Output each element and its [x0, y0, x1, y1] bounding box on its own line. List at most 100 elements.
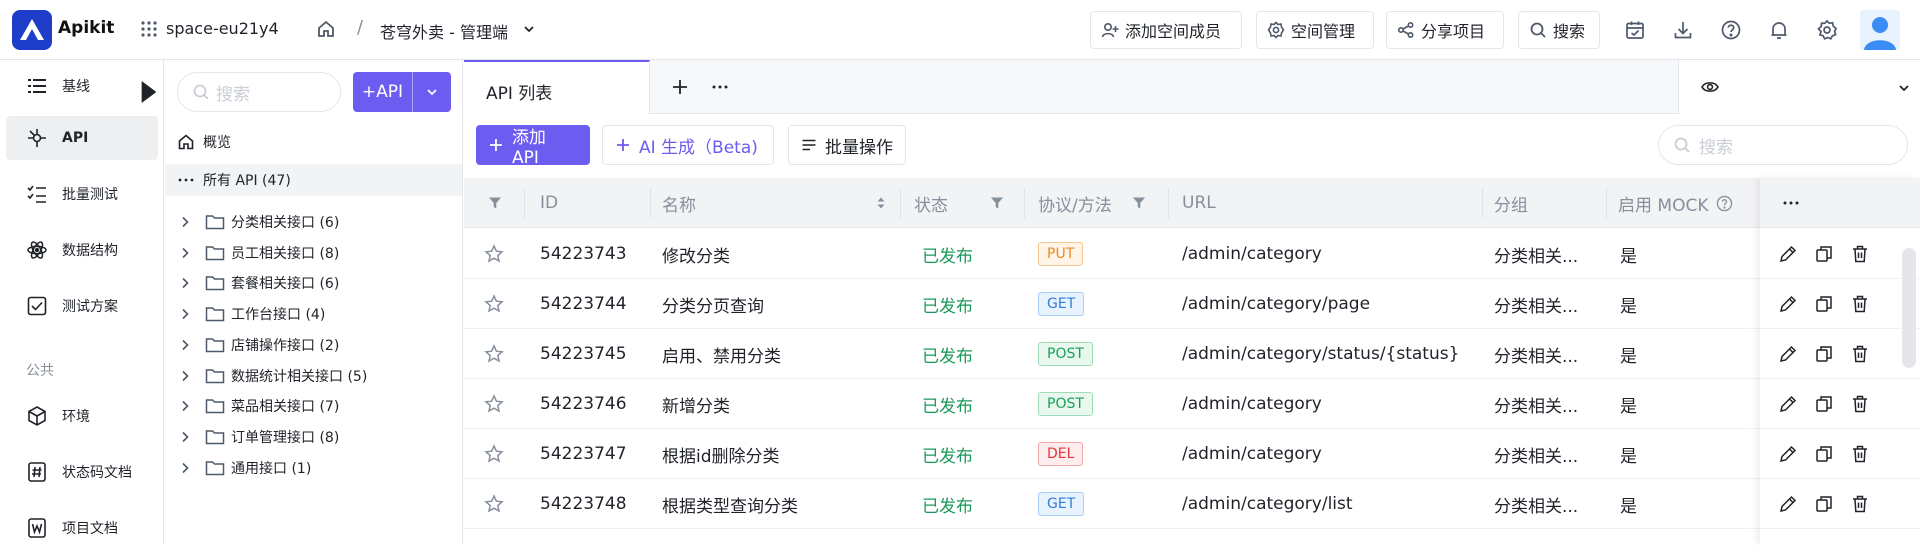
favorite-star-button[interactable] [484, 329, 504, 379]
nav-item-data-structure[interactable]: 数据结构 [6, 228, 158, 272]
chevron-right-icon[interactable] [179, 308, 191, 320]
tree-folder[interactable]: 员工相关接口 (8) [165, 237, 462, 269]
col-header-url[interactable]: URL [1182, 178, 1216, 228]
edit-pencil-icon[interactable] [1778, 344, 1798, 364]
edit-pencil-icon[interactable] [1778, 394, 1798, 414]
help-icon[interactable] [1720, 19, 1742, 41]
project-name[interactable]: 苍穹外卖 - 管理端 [380, 19, 508, 43]
bell-icon[interactable] [1768, 19, 1790, 41]
chevron-right-icon[interactable] [179, 400, 191, 412]
tree-folder[interactable]: 店铺操作接口 (2) [165, 329, 462, 361]
chevron-right-icon[interactable] [179, 216, 191, 228]
tree-folder[interactable]: 通用接口 (1) [165, 452, 462, 484]
table-row[interactable]: 54223743 修改分类 已发布 PUT/admin/category 分类相关...… [464, 229, 1920, 279]
plus-icon[interactable] [670, 77, 690, 97]
chevron-down-icon[interactable] [522, 22, 536, 36]
trash-icon[interactable] [1850, 494, 1870, 514]
nav-item-environment[interactable]: 环境 [6, 394, 158, 438]
tab-api-list[interactable]: API 列表 [464, 60, 650, 114]
add-api-dropdown[interactable] [413, 72, 451, 112]
apikit-logo[interactable] [12, 10, 52, 50]
share-project-button[interactable]: 分享项目 [1386, 11, 1504, 49]
table-row[interactable]: 54223746 新增分类 已发布 POST/admin/category 分类相关..… [464, 379, 1920, 429]
table-row[interactable]: 54223747 根据id删除分类 已发布 DEL/admin/category 分类相… [464, 429, 1920, 479]
col-header-mock[interactable]: 启用 MOCK [1618, 178, 1733, 228]
trash-icon[interactable] [1850, 244, 1870, 264]
api-list-search-input[interactable]: 搜索 [1658, 125, 1908, 165]
tree-folder[interactable]: 菜品相关接口 (7) [165, 390, 462, 422]
add-api-primary-button[interactable]: 添加 API [476, 125, 590, 168]
nav-item-baseline[interactable]: 基线 [6, 64, 158, 108]
chevron-right-icon[interactable] [179, 339, 191, 351]
download-icon[interactable] [1672, 19, 1694, 41]
chevron-right-icon[interactable] [179, 247, 191, 259]
tree-folder[interactable]: 订单管理接口 (8) [165, 421, 462, 453]
tree-all-apis[interactable]: 所有 API (47) [165, 164, 462, 196]
tree-overview[interactable]: 概览 [165, 126, 462, 158]
copy-icon[interactable] [1814, 394, 1834, 414]
trash-icon[interactable] [1850, 394, 1870, 414]
add-member-button[interactable]: 添加空间成员 [1090, 11, 1242, 49]
cell-name[interactable]: 根据id删除分类 [662, 429, 780, 479]
cell-name[interactable]: 分类分页查询 [662, 279, 764, 329]
tree-folder[interactable]: 分类相关接口 (6) [165, 206, 462, 238]
copy-icon[interactable] [1814, 444, 1834, 464]
global-search-button[interactable]: 搜索 [1518, 11, 1600, 49]
trash-icon[interactable] [1850, 444, 1870, 464]
edit-pencil-icon[interactable] [1778, 294, 1798, 314]
col-header-group[interactable]: 分组 [1494, 178, 1528, 228]
environment-selector[interactable] [1678, 60, 1920, 114]
edit-pencil-icon[interactable] [1778, 244, 1798, 264]
tree-folder[interactable]: 套餐相关接口 (6) [165, 267, 462, 299]
settings-icon[interactable] [1816, 19, 1838, 41]
col-header-status[interactable]: 状态 [914, 178, 948, 228]
table-row[interactable]: 54223748 根据类型查询分类 已发布 GET/admin/category/li… [464, 479, 1920, 529]
favorite-star-button[interactable] [484, 229, 504, 279]
vertical-scrollbar[interactable] [1902, 248, 1916, 368]
home-icon[interactable] [316, 19, 336, 39]
nav-item-batch-test[interactable]: 批量测试 [6, 172, 158, 216]
help-icon[interactable] [1716, 195, 1733, 212]
ai-generate-button[interactable]: AI 生成（Beta) [602, 125, 774, 165]
workspace-name[interactable]: space-eu21y4 [166, 19, 279, 38]
nav-item-test-plan[interactable]: 测试方案 [6, 284, 158, 328]
copy-icon[interactable] [1814, 244, 1834, 264]
user-avatar-icon[interactable] [1860, 10, 1900, 50]
sort-name-button[interactable] [874, 178, 888, 228]
filter-status-button[interactable] [990, 178, 1004, 228]
chevron-right-icon[interactable] [179, 370, 191, 382]
col-header-method[interactable]: 协议/方法 [1038, 178, 1112, 228]
tree-folder[interactable]: 数据统计相关接口 (5) [165, 360, 462, 392]
cell-name[interactable]: 根据类型查询分类 [662, 479, 798, 529]
cell-name[interactable]: 启用、禁用分类 [662, 329, 781, 379]
copy-icon[interactable] [1814, 494, 1834, 514]
cell-name[interactable]: 新增分类 [662, 379, 730, 429]
trash-icon[interactable] [1850, 294, 1870, 314]
chevron-right-icon[interactable] [179, 277, 191, 289]
calendar-check-icon[interactable] [1624, 19, 1646, 41]
space-manage-button[interactable]: 空间管理 [1256, 11, 1374, 49]
grid-dots-icon[interactable] [140, 20, 158, 38]
more-horizontal-icon[interactable] [710, 77, 730, 97]
tree-folder[interactable]: 工作台接口 (4) [165, 298, 462, 330]
col-header-name[interactable]: 名称 [662, 178, 696, 228]
more-horizontal-icon[interactable] [1782, 195, 1800, 211]
trash-icon[interactable] [1850, 344, 1870, 364]
tree-search-input[interactable]: 搜索 [177, 72, 341, 112]
filter-method-button[interactable] [1132, 178, 1146, 228]
edit-pencil-icon[interactable] [1778, 494, 1798, 514]
nav-item-project-docs[interactable]: 项目文档 [6, 506, 158, 545]
edit-pencil-icon[interactable] [1778, 444, 1798, 464]
favorite-star-button[interactable] [484, 429, 504, 479]
chevron-right-icon[interactable] [179, 462, 191, 474]
table-row[interactable]: 54223744 分类分页查询 已发布 GET/admin/category/page… [464, 279, 1920, 329]
copy-icon[interactable] [1814, 344, 1834, 364]
cell-name[interactable]: 修改分类 [662, 229, 730, 279]
copy-icon[interactable] [1814, 294, 1834, 314]
favorite-star-button[interactable] [484, 279, 504, 329]
table-row[interactable]: 54223745 启用、禁用分类 已发布 POST/admin/category/st… [464, 329, 1920, 379]
nav-item-status-codes[interactable]: 状态码文档 [6, 450, 158, 494]
favorite-star-button[interactable] [484, 379, 504, 429]
batch-operation-button[interactable]: 批量操作 [788, 125, 906, 165]
chevron-right-icon[interactable] [179, 431, 191, 443]
